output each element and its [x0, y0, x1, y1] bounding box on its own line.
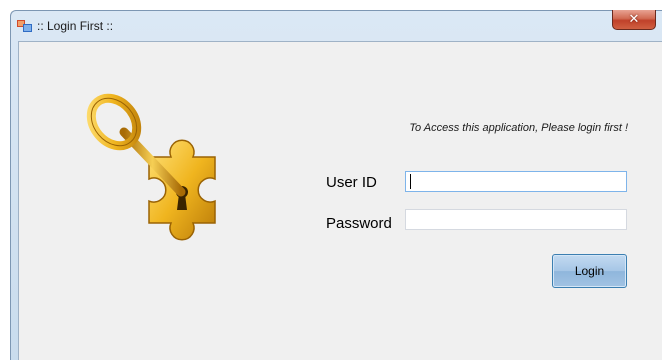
login-instruction-text: To Access this application, Please login… [409, 122, 628, 134]
title-bar[interactable]: :: Login First :: ✕ [11, 10, 662, 41]
close-icon: ✕ [628, 12, 640, 27]
login-button[interactable]: Login [552, 254, 627, 288]
user-id-input[interactable] [405, 171, 627, 192]
login-window: :: Login First :: ✕ To Access this appli… [10, 10, 662, 360]
client-area: To Access this application, Please login… [18, 41, 662, 360]
user-id-label: User ID [326, 174, 377, 191]
window-title: :: Login First :: [37, 19, 114, 33]
key-puzzle-icon [86, 93, 216, 241]
app-window-icon [17, 19, 33, 33]
password-input[interactable] [405, 209, 627, 230]
close-button[interactable]: ✕ [612, 10, 656, 30]
text-caret [410, 174, 411, 189]
password-label: Password [326, 215, 392, 232]
